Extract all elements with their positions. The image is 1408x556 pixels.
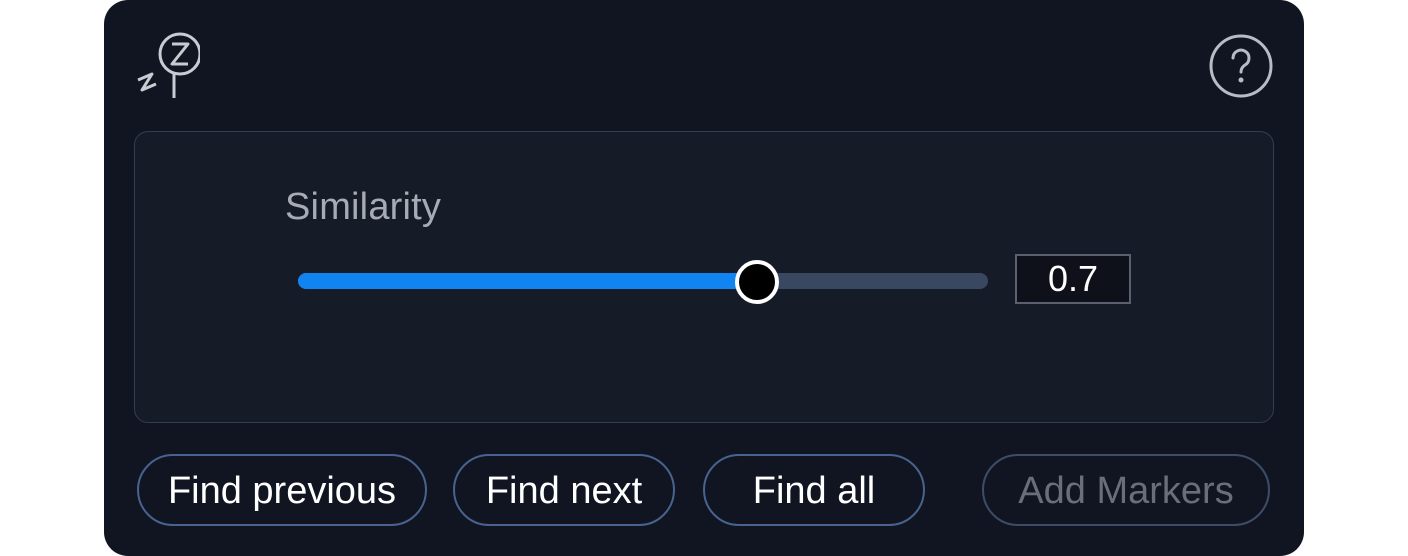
slider-fill [298, 273, 753, 289]
similarity-section: Similarity 0.7 [134, 131, 1274, 423]
help-icon[interactable] [1208, 33, 1274, 99]
similarity-label: Similarity [285, 186, 442, 228]
find-similar-panel: Similarity 0.7 Find previous Find next F… [104, 0, 1304, 556]
find-all-button[interactable]: Find all [703, 454, 925, 526]
similarity-slider[interactable] [298, 258, 988, 304]
add-markers-button[interactable]: Add Markers [982, 454, 1270, 526]
slider-thumb[interactable] [735, 260, 779, 304]
find-next-button[interactable]: Find next [453, 454, 675, 526]
logo-icon [137, 32, 200, 98]
find-previous-button[interactable]: Find previous [137, 454, 427, 526]
similarity-value-field[interactable]: 0.7 [1015, 254, 1131, 304]
